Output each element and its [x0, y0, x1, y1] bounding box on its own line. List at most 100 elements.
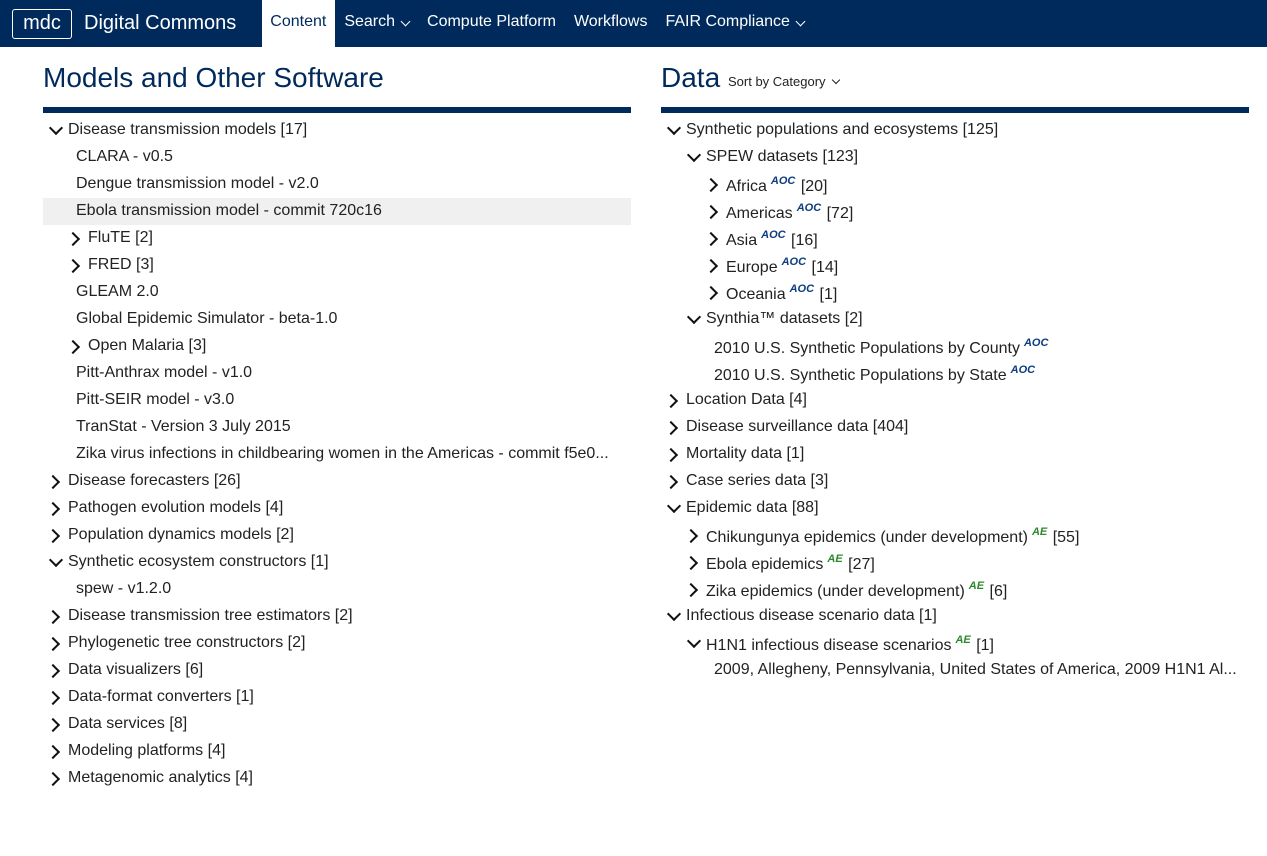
chevron-right-icon[interactable]: [664, 441, 684, 468]
tree-node[interactable]: Disease transmission tree estimators [2]: [43, 603, 631, 630]
chevron-right-icon[interactable]: [704, 252, 724, 279]
sort-by-category-dropdown[interactable]: Sort by Category: [728, 74, 840, 89]
tree-node[interactable]: H1N1 infectious disease scenarios AE [1]: [661, 630, 1249, 657]
tree-node[interactable]: Infectious disease scenario data [1]: [661, 603, 1249, 630]
chevron-right-icon[interactable]: [684, 576, 704, 603]
chevron-down-icon[interactable]: [664, 117, 684, 144]
chevron-down-icon[interactable]: [664, 603, 684, 630]
chevron-right-icon[interactable]: [704, 171, 724, 198]
chevron-right-icon[interactable]: [66, 252, 86, 279]
chevron-right-icon[interactable]: [46, 657, 66, 684]
chevron-right-icon[interactable]: [46, 765, 66, 792]
tree-node[interactable]: Data-format converters [1]: [43, 684, 631, 711]
tree-node-text: 2009, Allegheny, Pennsylvania, United St…: [714, 661, 1237, 678]
tree-node[interactable]: SPEW datasets [123]: [661, 144, 1249, 171]
tree-node[interactable]: Location Data [4]: [661, 387, 1249, 414]
chevron-right-icon[interactable]: [66, 225, 86, 252]
chevron-right-icon[interactable]: [46, 495, 66, 522]
data-title: Data: [661, 62, 721, 93]
nav-item-compute-platform[interactable]: Compute Platform: [418, 0, 565, 47]
tree-node[interactable]: Zika epidemics (under development) AE [6]: [661, 576, 1249, 603]
nav-item-search[interactable]: Search: [335, 0, 418, 47]
software-title: Models and Other Software: [43, 62, 384, 93]
tree-node[interactable]: FluTE [2]: [43, 225, 631, 252]
chevron-right-icon[interactable]: [664, 414, 684, 441]
tree-node[interactable]: Disease transmission models [17]: [43, 117, 631, 144]
tree-leaf-link[interactable]: 2010 U.S. Synthetic Populations by State…: [661, 360, 1249, 387]
tree-node[interactable]: Europe AOC [14]: [661, 252, 1249, 279]
tree-node[interactable]: Epidemic data [88]: [661, 495, 1249, 522]
tree-node[interactable]: Mortality data [1]: [661, 441, 1249, 468]
tree-leaf-link[interactable]: CLARA - v0.5: [43, 144, 631, 171]
chevron-right-icon[interactable]: [46, 522, 66, 549]
mdc-logo[interactable]: mdc: [12, 8, 72, 39]
tree-leaf-link[interactable]: spew - v1.2.0: [43, 576, 631, 603]
tree-node-label: Data visualizers [6]: [68, 661, 203, 679]
chevron-down-icon[interactable]: [684, 306, 704, 333]
tree-node[interactable]: Modeling platforms [4]: [43, 738, 631, 765]
chevron-right-icon[interactable]: [684, 522, 704, 549]
tree-node[interactable]: FRED [3]: [43, 252, 631, 279]
chevron-right-icon[interactable]: [46, 468, 66, 495]
chevron-right-icon[interactable]: [704, 198, 724, 225]
brand[interactable]: mdc Digital Commons: [0, 0, 262, 47]
tree-node[interactable]: Disease forecasters [26]: [43, 468, 631, 495]
tree-node[interactable]: Pathogen evolution models [4]: [43, 495, 631, 522]
tree-node[interactable]: Synthetic populations and ecosystems [12…: [661, 117, 1249, 144]
chevron-right-icon[interactable]: [664, 468, 684, 495]
tree-node-text: 2010 U.S. Synthetic Populations by State: [714, 367, 1007, 384]
chevron-right-icon[interactable]: [664, 387, 684, 414]
tree-node[interactable]: Case series data [3]: [661, 468, 1249, 495]
chevron-down-icon[interactable]: [46, 549, 66, 576]
tree-node-label: Phylogenetic tree constructors [2]: [68, 634, 305, 652]
tree-node[interactable]: Synthia™ datasets [2]: [661, 306, 1249, 333]
tree-leaf-link[interactable]: Global Epidemic Simulator - beta-1.0: [43, 306, 631, 333]
chevron-right-icon[interactable]: [684, 549, 704, 576]
nav-item-content[interactable]: Content: [262, 0, 336, 47]
nav-item-workflows[interactable]: Workflows: [565, 0, 657, 47]
tree-node[interactable]: Americas AOC [72]: [661, 198, 1249, 225]
tree-node[interactable]: Phylogenetic tree constructors [2]: [43, 630, 631, 657]
tree-node[interactable]: Population dynamics models [2]: [43, 522, 631, 549]
chevron-right-icon[interactable]: [46, 711, 66, 738]
tree-node[interactable]: Asia AOC [16]: [661, 225, 1249, 252]
chevron-right-icon[interactable]: [704, 279, 724, 306]
tree-node[interactable]: Data visualizers [6]: [43, 657, 631, 684]
tree-leaf-link[interactable]: 2010 U.S. Synthetic Populations by Count…: [661, 333, 1249, 360]
tree-leaf-link[interactable]: Pitt-SEIR model - v3.0: [43, 387, 631, 414]
chevron-right-icon[interactable]: [46, 630, 66, 657]
chevron-right-icon[interactable]: [66, 333, 86, 360]
tree-node-label: Pitt-Anthrax model - v1.0: [76, 364, 252, 382]
tree-node[interactable]: Data services [8]: [43, 711, 631, 738]
tree-leaf-link[interactable]: Dengue transmission model - v2.0: [43, 171, 631, 198]
tree-node[interactable]: Disease surveillance data [404]: [661, 414, 1249, 441]
chevron-down-icon[interactable]: [684, 630, 704, 657]
tree-leaf-link[interactable]: Zika virus infections in childbearing wo…: [43, 441, 631, 468]
chevron-right-icon[interactable]: [46, 684, 66, 711]
chevron-right-icon[interactable]: [46, 738, 66, 765]
tree-node-label: Pitt-SEIR model - v3.0: [76, 391, 234, 409]
chevron-down-icon[interactable]: [684, 144, 704, 171]
tree-node-label: Data-format converters [1]: [68, 688, 254, 706]
chevron-down-icon[interactable]: [46, 117, 66, 144]
tree-node[interactable]: Africa AOC [20]: [661, 171, 1249, 198]
nav-item-fair-compliance[interactable]: FAIR Compliance: [656, 0, 813, 47]
tree-node-label: Zika epidemics (under development) AE [6]: [706, 580, 1007, 601]
tree-node[interactable]: Ebola epidemics AE [27]: [661, 549, 1249, 576]
tree-leaf-link[interactable]: TranStat - Version 3 July 2015: [43, 414, 631, 441]
tree-leaf-link[interactable]: Pitt-Anthrax model - v1.0: [43, 360, 631, 387]
chevron-right-icon[interactable]: [46, 603, 66, 630]
tree-leaf-link[interactable]: GLEAM 2.0: [43, 279, 631, 306]
chevron-down-icon[interactable]: [664, 495, 684, 522]
tree-node-text: Americas: [726, 205, 793, 222]
tree-leaf-link[interactable]: Ebola transmission model - commit 720c16: [43, 198, 631, 225]
tree-leaf-link[interactable]: 2009, Allegheny, Pennsylvania, United St…: [661, 657, 1249, 684]
tree-node[interactable]: Chikungunya epidemics (under development…: [661, 522, 1249, 549]
tree-node[interactable]: Synthetic ecosystem constructors [1]: [43, 549, 631, 576]
tree-node[interactable]: Metagenomic analytics [4]: [43, 765, 631, 792]
tree-node[interactable]: Open Malaria [3]: [43, 333, 631, 360]
brand-title[interactable]: Digital Commons: [84, 12, 236, 35]
chevron-right-icon[interactable]: [704, 225, 724, 252]
tree-node[interactable]: Oceania AOC [1]: [661, 279, 1249, 306]
nav-item-label: FAIR Compliance: [665, 13, 790, 30]
